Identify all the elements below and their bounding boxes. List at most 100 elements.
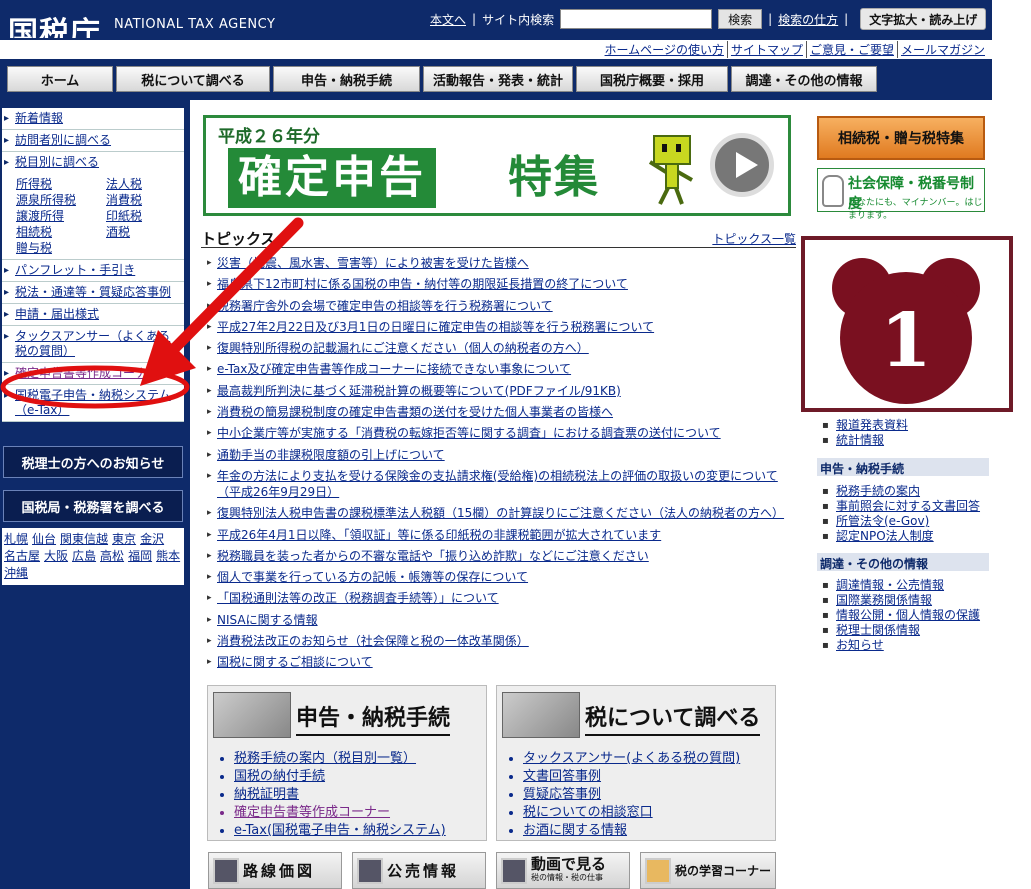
tax-learning-button[interactable]: 税の学習コーナー: [640, 852, 776, 889]
nav-agency-overview[interactable]: 国税庁概要・採用: [576, 66, 728, 92]
topic-item[interactable]: 消費税の簡易課税制度の確定申告書類の送付を受けた個人事業者の皆様へ: [207, 404, 797, 420]
topics-list-link[interactable]: トピックス一覧: [712, 230, 796, 247]
topic-item[interactable]: 税務職員を装った者からの不審な電話や「振り込め詐欺」などにご注意ください: [207, 548, 797, 564]
topic-item[interactable]: 平成26年4月1日以降、「領収証」等に係る印紙税の非課税範囲が拡大されています: [207, 527, 797, 543]
skip-to-content-link[interactable]: 本文へ: [430, 11, 466, 28]
right-link[interactable]: 調達情報・公売情報: [820, 578, 980, 593]
right-link[interactable]: 税理士関係情報: [820, 623, 980, 638]
video-button[interactable]: 動画で見る 税の情報・税の仕事: [496, 852, 630, 889]
nav-home[interactable]: ホーム: [7, 66, 113, 92]
font-size-reader-button[interactable]: 文字拡大・読み上げ: [860, 8, 987, 30]
panel-link[interactable]: タックスアンサー(よくある税の質問): [523, 750, 740, 768]
side-menu: 新着情報 訪問者別に調べる 税目別に調べる 所得税 法人税 源泉所得税 消費税 …: [2, 108, 184, 422]
sublink-how-to-use[interactable]: ホームページの使い方: [602, 41, 727, 58]
city-link[interactable]: 札幌: [4, 531, 28, 548]
city-link[interactable]: 名古屋: [4, 548, 40, 565]
city-link[interactable]: 大阪: [44, 548, 68, 565]
route-price-map-button[interactable]: 路線価図: [208, 852, 342, 889]
right-link[interactable]: 税務手続の案内: [820, 484, 980, 499]
right-link[interactable]: お知らせ: [820, 638, 980, 653]
right-link[interactable]: 情報公開・個人情報の保護: [820, 608, 980, 623]
tax-item[interactable]: 印紙税: [106, 208, 186, 224]
search-help-link[interactable]: 検索の仕方: [778, 11, 838, 28]
panel-link[interactable]: 質疑応答事例: [523, 786, 740, 804]
city-link[interactable]: 沖縄: [4, 565, 28, 582]
topic-item[interactable]: NISAに関する情報: [207, 612, 797, 628]
play-icon[interactable]: [710, 133, 774, 197]
right-link[interactable]: 国際業務関係情報: [820, 593, 980, 608]
side-item-return-creation-corner[interactable]: 確定申告書等作成コーナー: [2, 363, 184, 385]
panel-link[interactable]: e-Tax(国税電子申告・納税システム): [234, 822, 446, 840]
panel-link[interactable]: 文書回答事例: [523, 768, 740, 786]
city-link[interactable]: 仙台: [32, 531, 56, 548]
my-number-banner[interactable]: 社会保障・税番号制度 あなたにも、マイナンバー。はじまります。: [817, 168, 985, 221]
sublink-feedback[interactable]: ご意見・ご要望: [805, 41, 897, 58]
panel-link[interactable]: 確定申告書等作成コーナー: [234, 804, 446, 822]
search-input[interactable]: [560, 9, 713, 29]
right-link[interactable]: 認定NPO法人制度: [820, 529, 980, 544]
side-item-tax-law[interactable]: 税法・通達等・質疑応答事例: [2, 282, 184, 304]
tax-item[interactable]: 贈与税: [16, 240, 106, 256]
city-link[interactable]: 熊本: [156, 548, 180, 565]
tax-item[interactable]: 相続税: [16, 224, 106, 240]
city-link[interactable]: 福岡: [128, 548, 152, 565]
side-item-by-visitor[interactable]: 訪問者別に調べる: [2, 130, 184, 152]
topic-item[interactable]: 税務署庁舎外の会場で確定申告の相談等を行う税務署について: [207, 298, 797, 314]
right-link[interactable]: 事前照会に対する文書回答: [820, 499, 980, 514]
research-panel-title[interactable]: 税について調べる: [585, 700, 761, 736]
nav-procurement[interactable]: 調達・その他の情報: [731, 66, 877, 92]
topic-item[interactable]: 個人で事業を行っている方の記帳・帳簿等の保存について: [207, 569, 797, 585]
sublink-sitemap[interactable]: サイトマップ: [726, 41, 806, 58]
inheritance-tax-special-button[interactable]: 相続税・贈与税特集: [817, 116, 985, 160]
topic-item[interactable]: 「国税通則法等の改正（税務調査手続等）」について: [207, 590, 797, 606]
topic-item[interactable]: 復興特別法人税申告書の課税標準法人税額（15欄）の計算誤りにご注意ください（法人…: [207, 505, 797, 521]
panel-link[interactable]: 国税の納付手続: [234, 768, 446, 786]
panel-link[interactable]: 納税証明書: [234, 786, 446, 804]
topic-item[interactable]: 最高裁判所判決に基づく延滞税計算の概要等について(PDFファイル/91KB): [207, 383, 797, 399]
filing-panel-title[interactable]: 申告・納税手続: [296, 700, 451, 736]
topic-item[interactable]: 年金の方法により支払を受ける保険金の支払請求権(受給権)の相続税法上の評価の取扱…: [207, 468, 797, 500]
topic-item[interactable]: 国税に関するご相談について: [207, 654, 797, 670]
side-item-tax-answer[interactable]: タックスアンサー（よくある税の質問）: [2, 326, 184, 363]
topic-item[interactable]: 消費税法改正のお知らせ（社会保障と税の一体改革関係）: [207, 633, 797, 649]
panel-link[interactable]: お酒に関する情報: [523, 822, 740, 840]
city-link[interactable]: 広島: [72, 548, 96, 565]
tax-item[interactable]: 譲渡所得: [16, 208, 106, 224]
tax-item[interactable]: 酒税: [106, 224, 186, 240]
topic-item[interactable]: 中小企業庁等が実施する「消費税の転嫁拒否等に関する調査」における調査票の送付につ…: [207, 425, 797, 441]
city-link[interactable]: 金沢: [140, 531, 164, 548]
city-link[interactable]: 高松: [100, 548, 124, 565]
topic-item[interactable]: e-Tax及び確定申告書等作成コーナーに接続できない事象について: [207, 361, 797, 377]
panel-link[interactable]: 税についての相談窓口: [523, 804, 740, 822]
right-link[interactable]: 報道発表資料: [820, 418, 908, 433]
tax-item[interactable]: 消費税: [106, 192, 186, 208]
side-item-forms[interactable]: 申請・届出様式: [2, 304, 184, 326]
tax-item[interactable]: 法人税: [106, 176, 186, 192]
city-link[interactable]: 関東信越: [60, 531, 108, 548]
topic-item[interactable]: 平成27年2月22日及び3月1日の日曜日に確定申告の相談等を行う税務署について: [207, 319, 797, 335]
tax-accountant-notice-button[interactable]: 税理士の方へのお知らせ: [3, 446, 183, 478]
city-link[interactable]: 東京: [112, 531, 136, 548]
search-button[interactable]: 検索: [718, 9, 763, 29]
tax-item[interactable]: 所得税: [16, 176, 106, 192]
tax-item[interactable]: 源泉所得税: [16, 192, 106, 208]
topic-item[interactable]: 福島県下12市町村に係る国税の申告・納付等の期限延長措置の終了について: [207, 276, 797, 292]
tax-return-special-banner[interactable]: 平成２６年分 確定申告 特集: [203, 115, 791, 216]
panel-link[interactable]: 税務手続の案内（税目別一覧）: [234, 750, 446, 768]
public-sale-button[interactable]: 公売情報: [352, 852, 486, 889]
right-link[interactable]: 統計情報: [820, 433, 908, 448]
right-link[interactable]: 所管法令(e-Gov): [820, 514, 980, 529]
side-item-by-tax-type[interactable]: 税目別に調べる: [2, 152, 184, 173]
bureau-search-button[interactable]: 国税局・税務署を調べる: [3, 490, 183, 522]
side-item-etax[interactable]: 国税電子申告・納税システム（e-Tax）: [2, 385, 184, 422]
sublink-mail-magazine[interactable]: メールマガジン: [896, 41, 988, 58]
side-item-whats-new[interactable]: 新着情報: [2, 108, 184, 130]
nav-reports[interactable]: 活動報告・発表・統計: [423, 66, 573, 92]
nav-research-tax[interactable]: 税について調べる: [116, 66, 270, 92]
topic-item[interactable]: 復興特別所得税の記載漏れにご注意ください（個人の納税者の方へ）: [207, 340, 797, 356]
topic-item[interactable]: 災害（地震、風水害、雪害等）により被害を受けた皆様へ: [207, 255, 797, 271]
nav-filing[interactable]: 申告・納税手続: [273, 66, 420, 92]
building-icon: [357, 857, 383, 884]
side-item-pamphlets[interactable]: パンフレット・手引き: [2, 260, 184, 282]
topic-item[interactable]: 通勤手当の非課税限度額の引上げについて: [207, 447, 797, 463]
